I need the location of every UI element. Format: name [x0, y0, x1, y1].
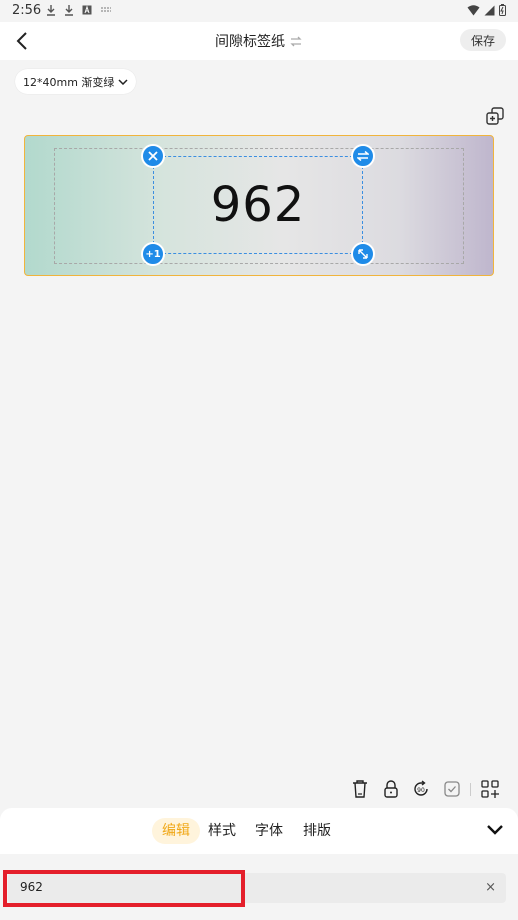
rotate-icon: 90	[414, 780, 428, 796]
title-area[interactable]: 间隙标签纸	[0, 31, 518, 51]
status-system-icons	[467, 4, 506, 16]
tab-layout[interactable]: 排版	[299, 818, 335, 844]
label-canvas[interactable]: 962 +1	[24, 135, 494, 276]
delete-tool[interactable]	[349, 778, 371, 800]
chevron-down-icon	[487, 825, 503, 835]
select-tool[interactable]	[441, 778, 463, 800]
tab-edit[interactable]: 编辑	[152, 818, 200, 844]
grid-plus-icon	[481, 780, 499, 798]
rotate-tool[interactable]: 90	[410, 778, 432, 800]
tab-style[interactable]: 样式	[204, 818, 240, 844]
top-bar: 间隙标签纸 保存	[0, 22, 518, 60]
delete-element-handle[interactable]	[141, 144, 165, 168]
switch-arrows-icon[interactable]	[289, 35, 303, 48]
checkbox-icon	[444, 781, 460, 797]
clear-input-button[interactable]: ×	[485, 880, 496, 895]
chevron-down-icon	[118, 78, 128, 85]
download-icon	[65, 5, 73, 16]
collapse-panel-button[interactable]	[486, 821, 506, 841]
duplicate-icon	[486, 107, 504, 125]
toolbar-divider	[470, 783, 471, 796]
paper-type-label: 12*40mm 渐变绿	[23, 75, 115, 89]
trash-icon	[353, 780, 367, 798]
duplicate-button[interactable]	[484, 105, 506, 127]
page-title: 间隙标签纸	[215, 34, 285, 50]
wifi-icon	[467, 4, 480, 15]
element-toolbar: 90	[0, 778, 518, 802]
resize-element-handle[interactable]	[351, 242, 375, 266]
swap-element-handle[interactable]	[351, 144, 375, 168]
svg-text:90: 90	[417, 787, 425, 794]
status-bar: 2:56	[0, 0, 518, 22]
app-wave-icon	[101, 7, 111, 12]
highlight-box	[3, 870, 245, 907]
plus-one-icon: +1	[145, 248, 161, 260]
add-element-tool[interactable]	[479, 778, 501, 800]
close-icon	[148, 151, 158, 161]
plus-one-handle[interactable]: +1	[141, 242, 165, 266]
battery-icon	[499, 4, 506, 16]
lock-tool[interactable]	[380, 778, 402, 800]
lock-icon	[384, 780, 398, 798]
paper-type-selector[interactable]: 12*40mm 渐变绿	[15, 69, 137, 94]
tab-font[interactable]: 字体	[251, 818, 287, 844]
edit-panel: 编辑 样式 字体 排版	[0, 808, 518, 854]
save-button[interactable]: 保存	[460, 29, 506, 51]
resize-icon	[358, 249, 368, 259]
label-text-element[interactable]: 962	[153, 156, 363, 254]
status-notification-icons	[46, 4, 112, 16]
signal-icon	[484, 5, 495, 15]
status-time: 2:56	[12, 3, 42, 18]
app-a-icon	[82, 5, 92, 15]
swap-icon	[357, 151, 369, 161]
download-icon	[47, 5, 55, 16]
